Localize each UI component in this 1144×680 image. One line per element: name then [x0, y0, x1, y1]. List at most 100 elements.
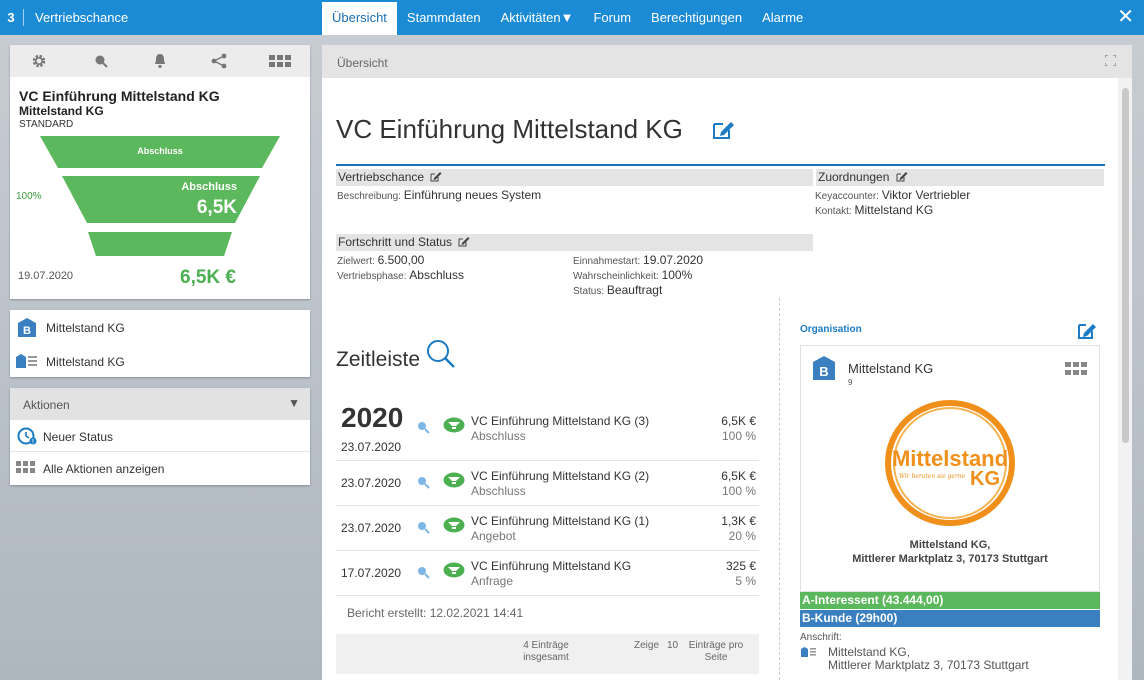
action-show-all[interactable]: Alle Aktionen anzeigen	[10, 452, 310, 484]
keyaccounter-value: Viktor Vertriebler	[881, 188, 971, 202]
building-b-icon: B	[813, 356, 835, 380]
vertriebsphase-field: Vertriebsphase: Abschluss	[337, 268, 464, 282]
window-number[interactable]: 3	[0, 0, 22, 35]
edit-small-icon[interactable]	[896, 171, 908, 182]
edit-icon[interactable]	[712, 118, 736, 140]
timeline-entry-amount: 1,3K €	[721, 514, 756, 528]
expand-icon[interactable]	[1105, 55, 1116, 66]
search-icon[interactable]	[92, 52, 110, 70]
scrollbar-thumb[interactable]	[1122, 88, 1129, 443]
pager: 4 Einträge insgesamt Zeige 10 Einträge p…	[336, 634, 759, 674]
panel-header: Übersicht	[322, 45, 1132, 78]
vertical-scrollbar[interactable]	[1118, 78, 1132, 680]
linked-contact-label: Mittelstand KG	[46, 355, 125, 369]
kontakt-label: Kontakt:	[815, 206, 852, 217]
address-card-icon	[801, 647, 816, 657]
search-small-icon[interactable]	[416, 565, 430, 579]
timeline-title: Zeitleiste	[336, 348, 421, 371]
timeline-entry-amount: 325 €	[725, 559, 756, 573]
timeline-date: 17.07.2020	[341, 566, 402, 580]
edit-small-icon[interactable]	[458, 236, 470, 247]
opportunity-summary-card: VC Einführung Mittelstand KG Mittelstand…	[10, 45, 310, 299]
timeline-entry-amount: 6,5K €	[721, 469, 756, 483]
section-vertriebschance: Vertriebschance	[336, 169, 813, 186]
linked-org-item[interactable]: B Mittelstand KG	[10, 311, 310, 344]
panel-header-label: Übersicht	[337, 56, 388, 70]
timeline-date: 23.07.2020	[341, 521, 402, 535]
tab-berechtigungen[interactable]: Berechtigungen	[641, 2, 752, 35]
svg-text:B: B	[819, 364, 828, 379]
timeline-entry-percent: 20 %	[728, 529, 756, 543]
search-small-icon[interactable]	[416, 520, 430, 534]
tab-forum[interactable]: Forum	[583, 2, 641, 35]
action-new-status[interactable]: ! Neuer Status	[10, 420, 310, 452]
page-title: VC Einführung Mittelstand KG	[336, 114, 683, 144]
kontakt-value: Mittelstand KG	[854, 203, 934, 217]
linked-contact-item[interactable]: Mittelstand KG	[10, 345, 310, 378]
opportunity-type: STANDARD	[19, 119, 74, 130]
logo-text-kg: KG	[970, 468, 1000, 490]
timeline-row[interactable]: 23.07.2020 VC Einführung Mittelstand KG …	[336, 402, 759, 461]
einnahmestart-label: Einnahmestart:	[573, 256, 641, 267]
gear-icon[interactable]	[30, 52, 48, 70]
edit-small-icon[interactable]	[430, 171, 442, 182]
sales-funnel: Abschluss Abschluss 6,5K	[40, 136, 280, 256]
timeline-entry-title: VC Einführung Mittelstand KG (3)	[471, 414, 650, 428]
magnifier-icon[interactable]	[425, 338, 457, 370]
timeline-row[interactable]: 23.07.2020 VC Einführung Mittelstand KG …	[336, 461, 759, 506]
organisation-address-line: Mittelstand KG,	[909, 539, 991, 551]
tab-stammdaten[interactable]: Stammdaten	[397, 2, 491, 35]
actions-header[interactable]: Aktionen ▼	[10, 388, 310, 420]
timeline-row[interactable]: 17.07.2020 VC Einführung Mittelstand KG …	[336, 551, 759, 596]
close-icon[interactable]: ✕	[1117, 6, 1134, 28]
vertriebsphase-label: Vertriebsphase:	[337, 271, 407, 282]
organisation-address-line: Mittlerer Marktplatz 3, 70173 Stuttgart	[852, 553, 1048, 565]
status-value: Beauftragt	[606, 283, 663, 297]
search-small-icon[interactable]	[416, 475, 430, 489]
timeline-date: 23.07.2020	[341, 476, 402, 490]
anschrift-line: Mittelstand KG,	[828, 645, 911, 659]
tab-uebersicht[interactable]: Übersicht	[322, 2, 397, 35]
organisation-label: Organisation	[800, 324, 862, 335]
section-zuordnungen: Zuordnungen	[816, 169, 1104, 186]
grid-icon[interactable]	[1065, 362, 1088, 376]
collapse-triangle-icon[interactable]: ▼	[288, 396, 300, 410]
share-icon[interactable]	[210, 52, 228, 70]
timeline-entry-title: VC Einführung Mittelstand KG (2)	[471, 469, 650, 483]
pager-total-line: 4 Einträge	[523, 640, 569, 651]
timeline-entry-phase: Anfrage	[471, 574, 514, 588]
organisation-name[interactable]: Mittelstand KG	[848, 361, 933, 376]
timeline-row[interactable]: 23.07.2020 VC Einführung Mittelstand KG …	[336, 506, 759, 551]
status-badge: B-Kunde (29h00)	[800, 610, 1100, 627]
edit-icon[interactable]	[1077, 320, 1099, 340]
pager-total-line: insgesamt	[523, 652, 569, 663]
timeline-entry-amount: 6,5K €	[721, 414, 756, 428]
grid-icon[interactable]	[268, 52, 292, 70]
svg-text:!: !	[32, 440, 34, 446]
status-label: Status:	[573, 286, 605, 297]
tab-alarme[interactable]: Alarme	[752, 2, 813, 35]
wahrscheinlichkeit-field: Wahrscheinlichkeit: 100%	[573, 268, 692, 282]
opportunity-funnel-icon	[443, 562, 465, 578]
action-new-status-label: Neuer Status	[43, 430, 114, 444]
keyaccounter-label: Keyaccounter:	[815, 191, 879, 202]
action-show-all-label: Alle Aktionen anzeigen	[43, 462, 165, 476]
actions-card: Aktionen ▼ ! Neuer Status Alle Aktionen …	[10, 388, 310, 485]
opportunity-total: 6,5K €	[180, 267, 236, 288]
bell-icon[interactable]	[151, 52, 169, 70]
anschrift-line: Mittlerer Marktplatz 3, 70173 Stuttgart	[828, 658, 1029, 672]
zielwert-value: 6.500,00	[377, 253, 425, 267]
wahrscheinlichkeit-label: Wahrscheinlichkeit:	[573, 271, 659, 282]
funnel-top-label: Abschluss	[137, 146, 183, 156]
opportunity-funnel-icon	[443, 417, 465, 433]
timeline-entry-percent: 100 %	[721, 429, 756, 443]
divider	[23, 9, 24, 26]
funnel-percent: 100%	[16, 191, 42, 202]
pager-page-size[interactable]: 10	[667, 640, 678, 652]
search-small-icon[interactable]	[416, 420, 430, 434]
linked-orgs-card: B Mittelstand KG Mittelstand KG	[10, 310, 310, 377]
pager-show-label: Zeige	[634, 640, 660, 651]
funnel-stage-bottom	[88, 232, 232, 256]
tab-aktivitaeten[interactable]: Aktivitäten▼	[491, 2, 584, 35]
pager-per-page: Einträge pro Seite	[681, 640, 751, 664]
